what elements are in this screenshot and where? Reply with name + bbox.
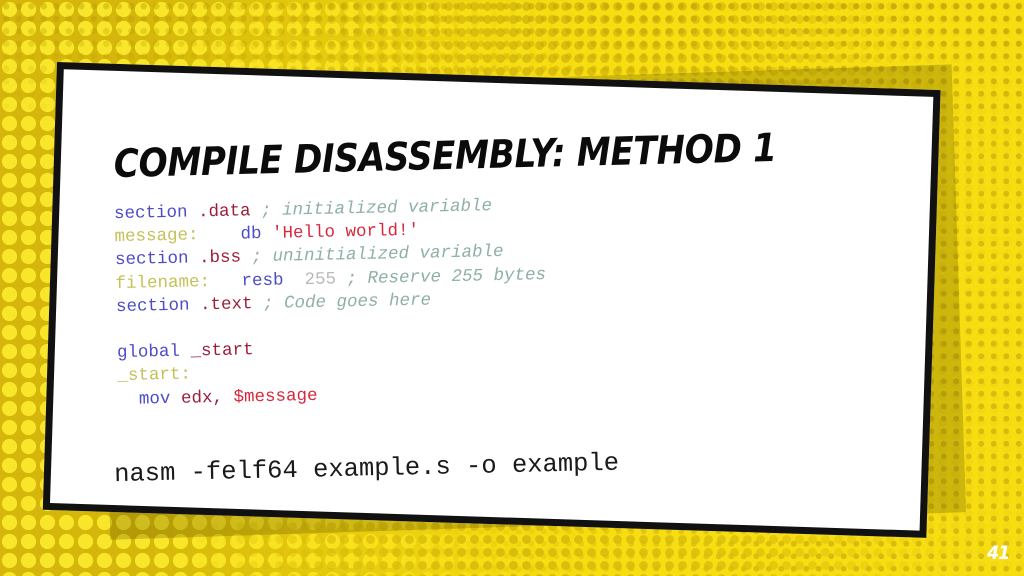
code-token-label: message:: [114, 225, 199, 248]
code-token-keyword: db: [240, 224, 262, 245]
code-token-section: .text: [199, 294, 253, 316]
card-inner-content: COMPILE DISASSEMBLY: METHOD 1 section .d…: [62, 71, 932, 505]
code-token-comment: ; Reserve 255 bytes: [346, 264, 547, 289]
code-token-string: 'Hello world!': [271, 220, 420, 244]
code-token-keyword: section: [115, 295, 190, 317]
code-token-keyword: section: [114, 248, 189, 271]
code-token-comment: ; initialized variable: [260, 196, 493, 222]
code-token-label: filename:: [115, 271, 211, 294]
code-token-section: .bss: [198, 247, 242, 269]
code-token-section: .data: [197, 201, 251, 223]
code-token-label: _start:: [117, 364, 192, 387]
code-token-comment: ; Code goes here: [262, 290, 432, 314]
code-token-comment: ; uninitialized variable: [251, 242, 504, 268]
code-snippet: section .data ; initialized variable mess…: [114, 188, 818, 411]
code-token-keyword: section: [113, 202, 188, 225]
code-token-section: _start: [190, 340, 254, 362]
page-title: COMPILE DISASSEMBLY: METHOD 1: [113, 126, 777, 188]
content-card: COMPILE DISASSEMBLY: METHOD 1 section .d…: [42, 62, 941, 538]
code-token-keyword: mov: [138, 388, 171, 410]
code-token-register: edx,: [180, 387, 224, 409]
slide-canvas: COMPILE DISASSEMBLY: METHOD 1 section .d…: [0, 0, 1024, 576]
shell-command-text: nasm -felf64 example.s -o example: [113, 448, 620, 490]
page-number: 41: [986, 542, 1010, 564]
code-token-keyword: resb: [241, 270, 284, 292]
code-token-var: $message: [233, 385, 318, 408]
code-token-number: 255: [304, 269, 337, 290]
code-token-keyword: global: [116, 341, 181, 364]
